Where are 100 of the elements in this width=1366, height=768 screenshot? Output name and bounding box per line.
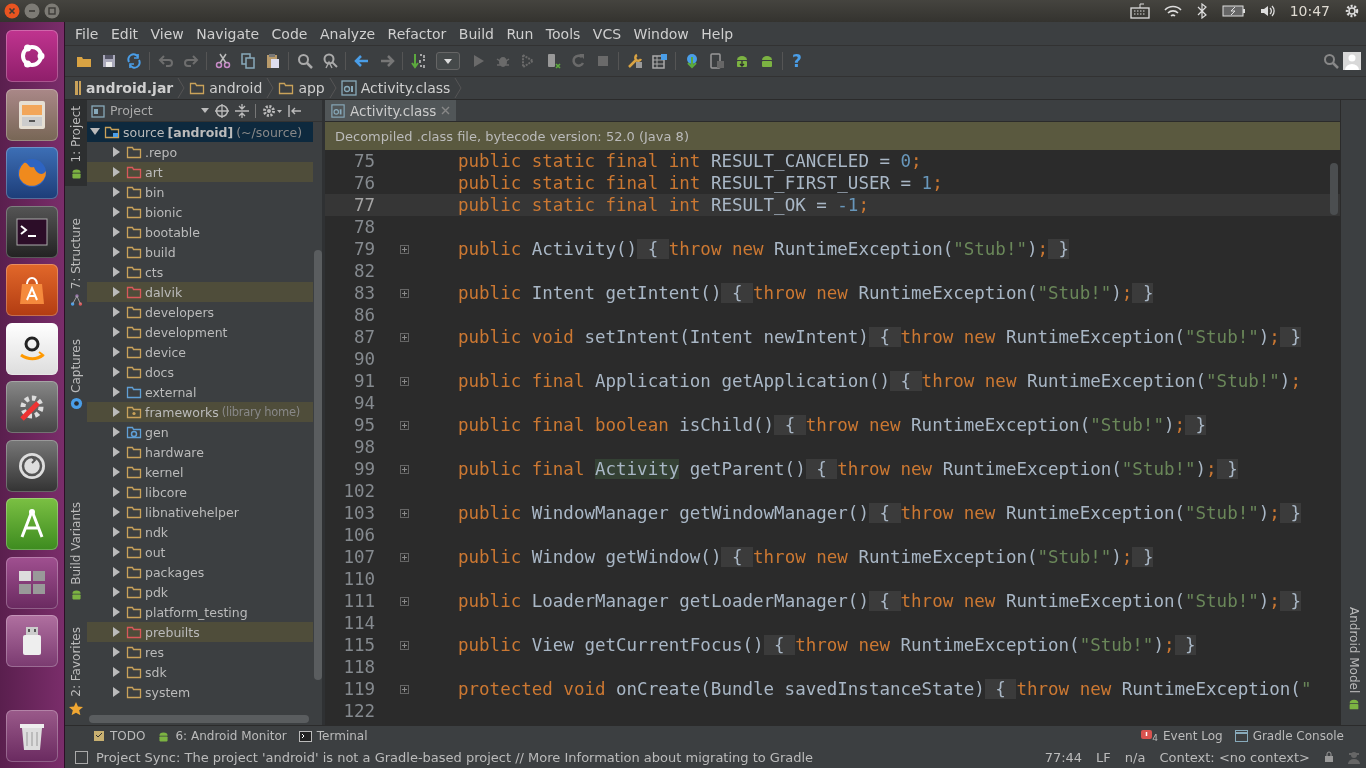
- scrollbar-thumb[interactable]: [89, 715, 309, 723]
- usb-drive-icon[interactable]: [6, 615, 58, 667]
- tree-item[interactable]: hardware: [87, 442, 313, 462]
- collapse-icon[interactable]: [235, 103, 249, 118]
- shopping-bag-icon[interactable]: [6, 264, 58, 316]
- tree-item[interactable]: libnativehelper: [87, 502, 313, 522]
- menu-item[interactable]: Analyze: [313, 25, 382, 42]
- view-dropdown[interactable]: Project: [91, 103, 209, 118]
- tool-window-tab[interactable]: Android Model: [1342, 600, 1365, 717]
- breadcrumb-item[interactable]: android: [189, 78, 279, 98]
- menu-item[interactable]: File: [69, 25, 105, 42]
- replace-icon[interactable]: [321, 53, 338, 69]
- breadcrumb-item[interactable]: Activity.class: [340, 78, 467, 98]
- compass-icon[interactable]: [6, 498, 58, 550]
- volume-icon[interactable]: [1259, 3, 1276, 19]
- lock-icon[interactable]: [1324, 751, 1334, 763]
- menu-item[interactable]: Window: [627, 25, 696, 42]
- trash-icon[interactable]: [6, 710, 58, 762]
- update-icon[interactable]: [6, 439, 58, 492]
- tree-item[interactable]: system: [87, 682, 313, 702]
- tool-window-button[interactable]: 4 Event Log: [1141, 729, 1235, 743]
- fold-icon[interactable]: [400, 508, 409, 518]
- tree-item[interactable]: frameworks (library home): [87, 402, 313, 422]
- breadcrumb-item[interactable]: android.jar: [73, 78, 190, 98]
- fold-icon[interactable]: [400, 552, 409, 562]
- menu-item[interactable]: Build: [452, 25, 501, 42]
- sync-icon[interactable]: [125, 53, 142, 69]
- menu-item[interactable]: Run: [500, 25, 540, 42]
- menu-item[interactable]: Navigate: [190, 25, 266, 42]
- run-config-dropdown[interactable]: [436, 52, 460, 70]
- tools-icon[interactable]: [6, 381, 58, 433]
- tree-item[interactable]: dalvik: [87, 282, 313, 302]
- fold-icon[interactable]: [400, 640, 409, 650]
- file-cabinet-icon[interactable]: [6, 88, 58, 141]
- wrench-icon[interactable]: [626, 53, 643, 69]
- close-icon[interactable]: [4, 3, 20, 19]
- editor-tab[interactable]: Activity.class: [325, 100, 457, 121]
- hide-panel-icon[interactable]: [288, 103, 302, 118]
- menu-item[interactable]: Refactor: [381, 25, 453, 42]
- copy-icon[interactable]: [239, 53, 256, 69]
- clock[interactable]: 10:47: [1289, 3, 1330, 19]
- minimize-icon[interactable]: [24, 3, 40, 19]
- grid-icon[interactable]: [651, 53, 668, 69]
- tree-item[interactable]: source [android] (~/source): [87, 122, 313, 142]
- tree-item[interactable]: platform_testing: [87, 602, 313, 622]
- tool-window-button[interactable]: Terminal: [298, 729, 380, 743]
- tree-item[interactable]: bootable: [87, 222, 313, 242]
- globe-icon[interactable]: [6, 147, 58, 199]
- bluetooth-icon[interactable]: [1195, 3, 1208, 19]
- wifi-icon[interactable]: [1163, 4, 1182, 18]
- context-label[interactable]: Context: <no context>: [1159, 749, 1310, 765]
- tool-window-button[interactable]: Gradle Console: [1234, 729, 1356, 743]
- maximize-icon[interactable]: [44, 3, 60, 19]
- tree-item[interactable]: pdk: [87, 582, 313, 602]
- terminal-icon[interactable]: [6, 205, 58, 258]
- fold-icon[interactable]: [400, 596, 409, 606]
- dash-icon[interactable]: [6, 30, 58, 82]
- fold-icon[interactable]: [400, 376, 409, 386]
- tool-window-tab[interactable]: 7: Structure: [65, 211, 87, 313]
- tree-item[interactable]: out: [87, 542, 313, 562]
- tree-item[interactable]: .repo: [87, 142, 313, 162]
- file-encoding[interactable]: n/a: [1124, 749, 1146, 765]
- tree-item[interactable]: packages: [87, 562, 313, 582]
- workspaces-icon[interactable]: [6, 556, 58, 609]
- forward-arrow-icon[interactable]: [378, 53, 395, 69]
- tool-window-tab[interactable]: Build Variants: [65, 495, 87, 608]
- tool-window-tab[interactable]: Captures: [65, 332, 87, 416]
- tree-item[interactable]: gen: [87, 422, 313, 442]
- tool-window-button[interactable]: TODO: [93, 729, 158, 743]
- back-arrow-icon[interactable]: [353, 53, 370, 69]
- tree-item[interactable]: cts: [87, 262, 313, 282]
- tree-item[interactable]: development: [87, 322, 313, 342]
- tree-item[interactable]: external: [87, 382, 313, 402]
- menu-item[interactable]: VCS: [586, 25, 628, 42]
- fold-icon[interactable]: [400, 288, 409, 298]
- tree-item[interactable]: device: [87, 342, 313, 362]
- tree-item[interactable]: ndk: [87, 522, 313, 542]
- power-gear-icon[interactable]: [1344, 3, 1360, 19]
- tree-item[interactable]: bin: [87, 182, 313, 202]
- battery-icon[interactable]: [1221, 3, 1246, 19]
- status-message[interactable]: Project Sync: The project 'android' is not a Gradle-based project // More Information about migrating to Gradle: [96, 749, 814, 765]
- crosshair-icon[interactable]: [215, 103, 229, 118]
- toggle-panel-icon[interactable]: [75, 750, 88, 764]
- tree-item[interactable]: art: [87, 162, 313, 182]
- tree-item[interactable]: bionic: [87, 202, 313, 222]
- fold-icon[interactable]: [400, 332, 409, 342]
- menu-item[interactable]: Tools: [539, 25, 587, 42]
- line-separator[interactable]: LF: [1096, 749, 1111, 765]
- tree-item[interactable]: kernel: [87, 462, 313, 482]
- tree-item[interactable]: build: [87, 242, 313, 262]
- caret-position[interactable]: 77:44: [1044, 749, 1083, 765]
- search-icon[interactable]: [1322, 53, 1339, 69]
- fold-icon[interactable]: [400, 244, 409, 254]
- fold-icon[interactable]: [400, 420, 409, 430]
- scrollbar-thumb[interactable]: [1330, 163, 1338, 215]
- tree-item[interactable]: developers: [87, 302, 313, 322]
- tree-item[interactable]: sdk: [87, 662, 313, 682]
- gear-icon[interactable]: [262, 103, 282, 118]
- scrollbar-thumb[interactable]: [314, 250, 322, 680]
- fold-icon[interactable]: [400, 684, 409, 694]
